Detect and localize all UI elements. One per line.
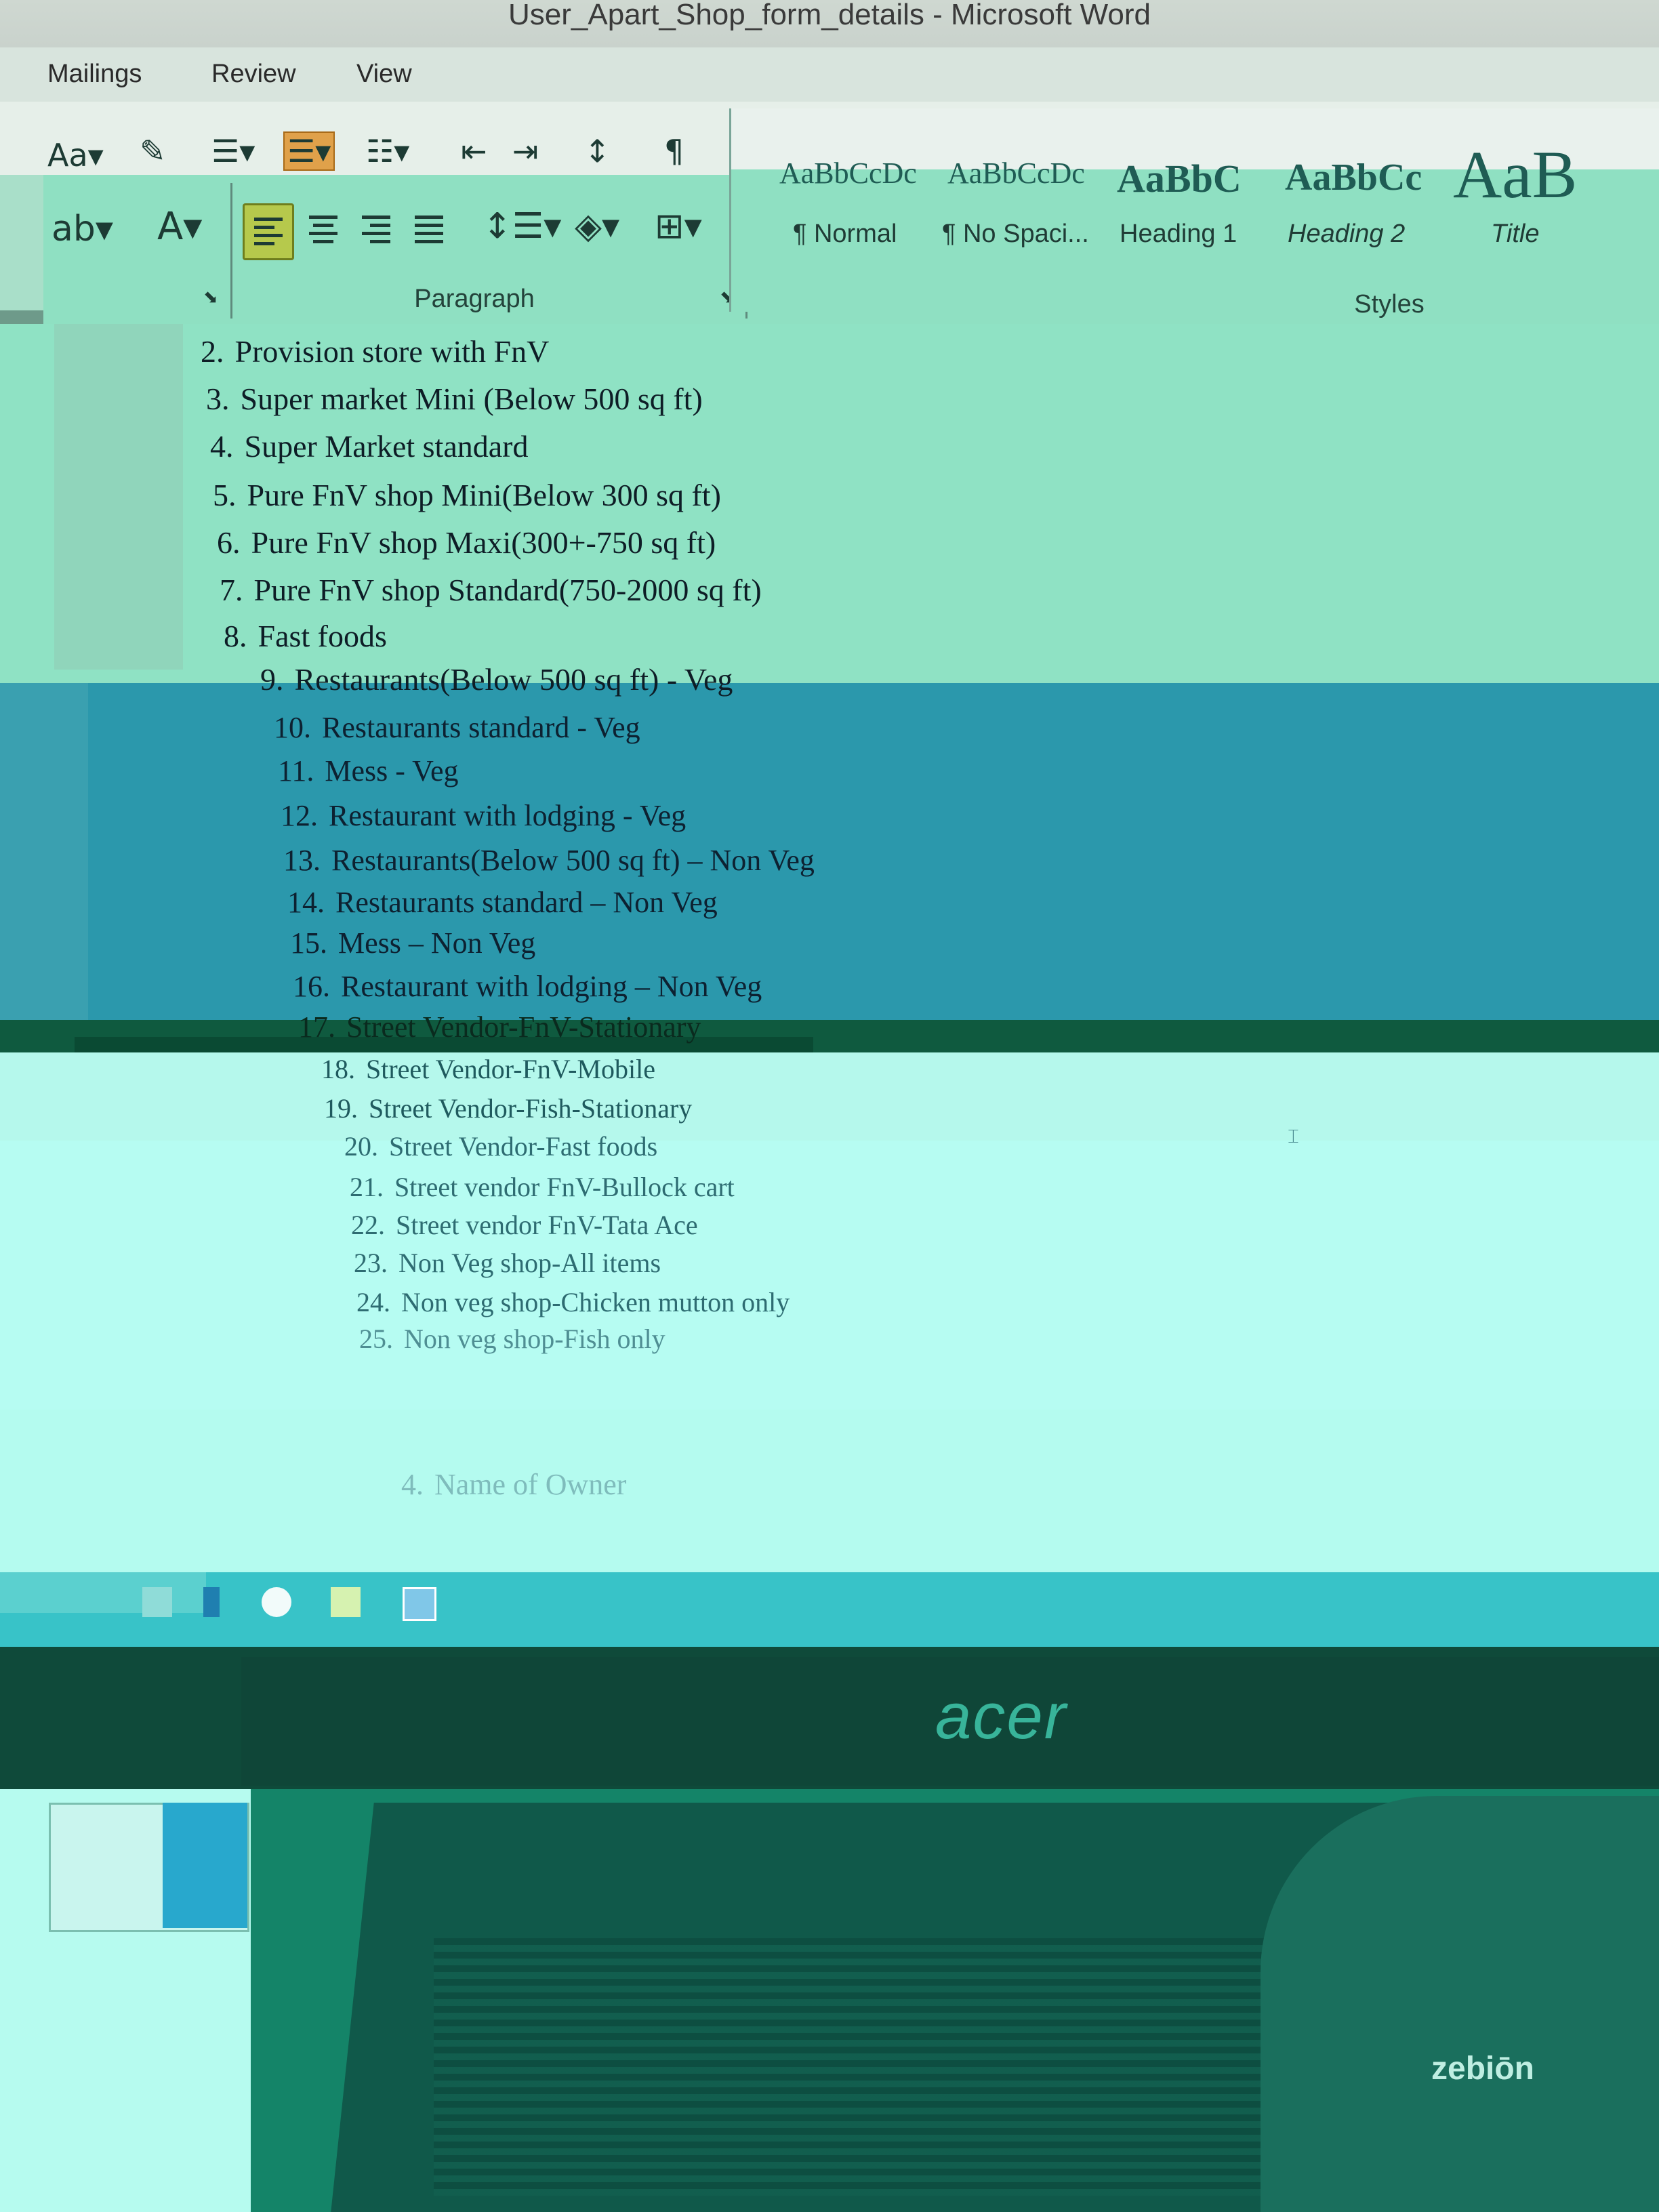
paste-options-icon[interactable]: ⌶ [1288,1125,1299,1148]
taskbar-app-icon[interactable] [142,1587,172,1617]
list-item[interactable]: 20. Street Vendor-Fast foods [344,1130,657,1162]
list-item[interactable]: 12. Restaurant with lodging - Veg [281,798,686,833]
list-item[interactable]: 22. Street vendor FnV-Tata Ace [351,1209,698,1241]
align-center-icon [309,216,337,248]
sort-icon[interactable]: ↕ [584,133,611,169]
taskbar [0,1572,1659,1647]
decrease-indent-icon[interactable]: ⇤ [461,133,487,169]
word-icon[interactable] [403,1587,436,1621]
show-formatting-icon[interactable]: ¶ [664,133,684,169]
list-item[interactable]: 21. Street vendor FnV-Bullock cart [350,1171,735,1203]
list-item[interactable]: 2. Provision store with FnV [201,333,549,369]
spelling-icon[interactable]: ✎ [140,133,166,169]
styles-group-label: Styles [1354,290,1425,319]
list-item[interactable]: 7. Pure FnV shop Standard(750-2000 sq ft) [220,572,762,608]
taskbar-edge [0,1572,206,1613]
style-preview-heading1[interactable]: AaBbC [1117,156,1242,201]
mouse-brand-logo: zebiōn [1431,2051,1534,2087]
list-item[interactable]: 4. Super Market standard [210,428,529,464]
section-heading[interactable]: 4. Name of Owner [401,1467,626,1502]
multilevel-list-icon[interactable]: ☷▾ [366,133,409,169]
line-spacing-icon[interactable]: ↕☰▾ [483,206,561,247]
menu-mailings[interactable]: Mailings [47,60,142,89]
document-margin [54,324,183,670]
list-item[interactable]: 11. Mess - Veg [278,754,459,788]
style-heading1[interactable]: Heading 1 [1120,220,1237,249]
ribbon-separator [230,183,232,319]
list-item[interactable]: 14. Restaurants standard – Non Veg [287,885,718,920]
font-color-icon[interactable]: A▾ [157,205,202,249]
text-highlight-icon[interactable]: ab▾ [52,209,113,249]
list-item[interactable]: 13. Restaurants(Below 500 sq ft) – Non Ve… [283,843,815,878]
mouse [1261,1796,1659,2212]
style-normal[interactable]: ¶ Normal [793,220,897,249]
document-margin [0,683,88,1022]
monitor-brand-logo: acer [935,1680,1067,1753]
list-item[interactable]: 18. Street Vendor-FnV-Mobile [321,1053,655,1085]
increase-indent-icon[interactable]: ⇥ [512,133,539,169]
align-right-icon [362,216,390,248]
justify-button[interactable] [405,203,453,256]
list-item[interactable]: 6. Pure FnV shop Maxi(300+-750 sq ft) [217,525,716,560]
style-no-spacing[interactable]: ¶ No Spaci... [942,220,1089,249]
style-title[interactable]: Title [1491,220,1539,249]
document-page [0,683,1659,1022]
list-item[interactable]: 9. Restaurants(Below 500 sq ft) - Veg [260,661,733,697]
list-item[interactable]: 16. Restaurant with lodging – Non Veg [293,969,762,1004]
ribbon-edge [0,175,43,310]
browser-icon[interactable] [262,1587,291,1617]
align-right-button[interactable] [352,203,400,256]
sticker [163,1803,247,1928]
list-item[interactable]: 17. Street Vendor-FnV-Stationary [298,1010,701,1044]
document-page [0,1052,1659,1141]
style-preview-no-spacing[interactable]: AaBbCcDc [947,156,1085,190]
list-item[interactable]: 23. Non Veg shop-All items [354,1247,661,1279]
list-item[interactable]: 5. Pure FnV shop Mini(Below 300 sq ft) [213,477,721,513]
change-case-icon[interactable]: Aa▾ [47,137,104,173]
list-item[interactable]: 19. Street Vendor-Fish-Stationary [324,1092,692,1124]
list-item[interactable]: 15. Mess – Non Veg [290,926,535,960]
bullets-icon[interactable]: ☰▾ [211,133,255,169]
paragraph-group-label: Paragraph [414,285,535,313]
window-title: User_Apart_Shop_form_details - Microsoft… [508,0,1151,31]
style-preview-title[interactable]: AaB [1453,136,1577,213]
list-item[interactable]: 10. Restaurants standard - Veg [274,710,640,745]
shading-icon[interactable]: ◈▾ [575,206,619,247]
menu-review[interactable]: Review [211,60,296,89]
style-preview-normal[interactable]: AaBbCcDc [779,156,917,190]
dialog-launcher-icon[interactable]: ⬊ [203,287,218,308]
list-item[interactable]: 24. Non veg shop-Chicken mutton only [356,1286,790,1318]
align-left-button[interactable] [243,203,294,260]
taskbar-app-icon[interactable] [203,1587,220,1617]
align-center-button[interactable] [300,203,347,256]
justify-icon [415,216,443,248]
style-heading2[interactable]: Heading 2 [1288,220,1405,249]
menu-view[interactable]: View [356,60,412,89]
style-preview-heading2[interactable]: AaBbCc [1285,156,1422,199]
align-left-icon [254,218,283,250]
file-explorer-icon[interactable] [331,1587,361,1617]
document-page [0,1410,1659,1572]
borders-icon[interactable]: ⊞▾ [655,206,702,247]
list-item[interactable]: 25. Non veg shop-Fish only [359,1323,665,1355]
list-item[interactable]: 3. Super market Mini (Below 500 sq ft) [206,381,703,417]
list-item[interactable]: 8. Fast foods [224,618,387,654]
keyboard [434,1938,1355,2196]
numbering-icon[interactable]: ☰▾ [283,131,335,171]
